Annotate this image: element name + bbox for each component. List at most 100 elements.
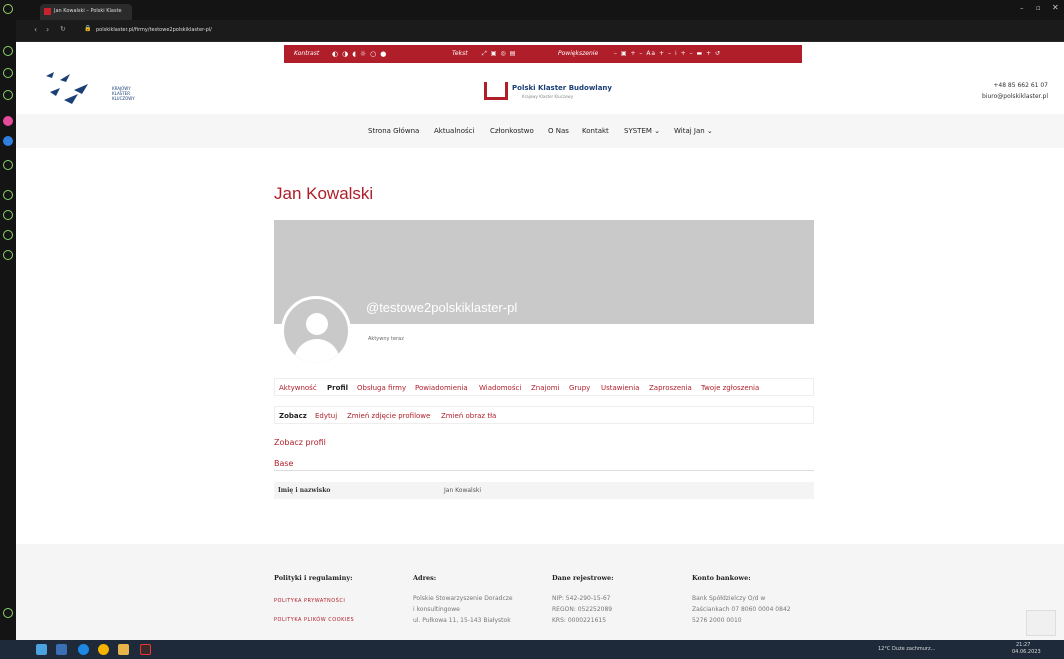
reload-icon[interactable]: ↻ [60,25,66,33]
tab-messages[interactable]: Wiadomości [479,384,521,392]
settings-icon[interactable] [3,250,13,260]
browser-sidebar [0,0,16,640]
footer: Polityki i regulaminy: POLITYKA PRYWATNO… [16,544,1064,640]
avatar[interactable] [281,296,351,366]
chrome-icon[interactable] [98,644,109,655]
nip-line: NIP: 542-290-15-67 [552,595,611,602]
browser-tab[interactable]: Jan Kowalski – Polski Klaste [40,4,132,20]
bank-line-2: Zaściankach 07 8060 0004 0842 [692,606,791,613]
brand-title: Polski Klaster Budowlany [512,84,612,92]
view-profile-heading: Zobacz profil [274,438,326,447]
subtab-edit[interactable]: Edytuj [315,412,337,420]
bag-icon[interactable] [3,68,13,78]
footer-policies-heading: Polityki i regulaminy: [274,574,353,582]
nav-membership[interactable]: Członkostwo [490,127,534,135]
regon-line: REGON: 052252089 [552,606,613,613]
zoom-controls[interactable]: – ▣ + – Aa + – ⁞ + – ▬ + ↺ [614,50,721,57]
bank-line-1: Bank Spółdzielczy O/d w [692,595,766,602]
tab-submissions[interactable]: Twoje zgłoszenia [701,384,759,392]
tab-settings[interactable]: Ustawienia [601,384,639,392]
address-line-3: ul. Pułkowa 11, 15-143 Białystok [413,617,511,624]
nav-contact[interactable]: Kontakt [582,127,609,135]
phone-number[interactable]: +48 85 662 61 07 [993,82,1048,89]
privacy-policy-link[interactable]: POLITYKA PRYWATNOŚCI [274,598,345,604]
weather-text[interactable]: 12°C Duże zachmurz... [878,646,935,652]
contrast-controls[interactable]: ◐◑◖☼○● [332,50,390,58]
start-icon[interactable] [36,644,47,655]
activity-status: Aktywny teraz [368,336,404,342]
tab-profile[interactable]: Profil [327,384,348,392]
wallet-icon[interactable] [3,90,13,100]
cover-image [274,220,814,324]
tab-activity[interactable]: Aktywność [279,384,317,392]
contrast-label: Kontrast [294,50,320,57]
profile-tabs: Aktywność Profil Obsługa firmy Powiadomi… [274,378,814,396]
messenger-icon[interactable] [3,116,13,126]
address-line-2: i konsultingowe [413,606,460,613]
zoom-label: Powiększenie [558,50,599,57]
field-value: Jan Kowalski [444,487,481,494]
profile-subtabs: Zobacz Edytuj Zmień zdjęcie profilowe Zm… [274,406,814,424]
tab-notifications[interactable]: Powiadomienia [415,384,468,392]
email-address[interactable]: biuro@polskiklaster.pl [982,93,1048,100]
clock-time[interactable]: 21:27 [1016,642,1030,648]
subtab-change-cover[interactable]: Zmień obraz tła [441,412,496,420]
task-view-icon[interactable] [56,644,67,655]
forward-icon[interactable]: › [46,25,49,34]
nav-home[interactable]: Strona Główna [368,127,419,135]
divider [274,470,814,471]
edge-icon[interactable] [78,644,89,655]
nav-user-menu[interactable]: Witaj Jan ⌄ [674,127,713,135]
lock-icon: 🔒 [84,25,92,32]
page-title: Jan Kowalski [274,184,374,203]
krs-line: KRS: 0000221615 [552,617,607,624]
cookie-policy-link[interactable]: POLITYKA PLIKÓW COOKIES [274,617,354,623]
history-icon[interactable] [3,210,13,220]
subtab-change-photo[interactable]: Zmień zdjęcie profilowe [347,412,430,420]
footer-bank-heading: Konto bankowe: [692,574,751,582]
recaptcha-badge[interactable] [1026,610,1056,636]
accessibility-bar: Kontrast ◐◑◖☼○● Tekst ⤢▣◎▤ Powiększenie … [284,45,802,63]
nav-system[interactable]: SYSTEM ⌄ [624,127,660,135]
tab-invitations[interactable]: Zaproszenia [649,384,692,392]
address-line-1: Polskie Stowarzyszenie Doradcze [413,595,513,602]
nav-news[interactable]: Aktualności [434,127,474,135]
nav-about[interactable]: O Nas [548,127,569,135]
tab-groups[interactable]: Grupy [569,384,590,392]
tab-friends[interactable]: Znajomi [531,384,560,392]
text-label: Tekst [452,50,468,57]
url-field[interactable]: polskiklaster.pl/firmy/testowe2polskikla… [96,27,212,33]
main-nav: Strona Główna Aktualności Członkostwo O … [16,114,1064,148]
footer-registration-heading: Dane rejestrowe: [552,574,614,582]
krajowy-klaster-logo-icon [46,72,88,104]
brand-subtitle: Krajowy Klaster Kluczowy [522,94,574,99]
minimize-icon[interactable]: – [1020,4,1024,12]
profile-handle: @testowe2polskiklaster-pl [366,300,518,315]
back-icon[interactable]: ‹ [34,25,37,34]
browser-tab-title: Jan Kowalski – Polski Klaste [54,8,122,14]
tab-company[interactable]: Obsługa firmy [357,384,406,392]
windows-taskbar: 12°C Duże zachmurz... 21:27 04.06.2023 [0,640,1064,659]
close-window-icon[interactable]: ✕ [1052,3,1059,12]
avatar-head-shape [306,313,328,335]
extensions-icon[interactable] [3,230,13,240]
file-explorer-icon[interactable] [118,644,129,655]
pinboard-icon[interactable] [3,190,13,200]
clock-date[interactable]: 04.06.2023 [1012,649,1041,655]
maximize-icon[interactable]: ▫ [1036,4,1041,12]
opera-icon[interactable] [140,644,151,655]
left-logo-text: KRAJOWY KLASTER KLUCZOWY [112,86,135,101]
subtab-view[interactable]: Zobacz [279,412,307,420]
field-group-heading: Base [274,459,294,468]
footer-address-heading: Adres: [413,574,437,582]
text-controls[interactable]: ⤢▣◎▤ [482,50,519,58]
telegram-icon[interactable] [3,136,13,146]
player-icon[interactable] [3,160,13,170]
bank-line-3: 5276 2000 0010 [692,617,742,624]
site-favicon-icon [44,8,51,15]
logo-line-3: KLUCZOWY [112,96,135,101]
sidebar-toggle-icon[interactable] [3,608,13,618]
browser-logo-icon [3,4,13,14]
page-viewport: Kontrast ◐◑◖☼○● Tekst ⤢▣◎▤ Powiększenie … [16,42,1064,640]
speed-dial-icon[interactable] [3,46,13,56]
